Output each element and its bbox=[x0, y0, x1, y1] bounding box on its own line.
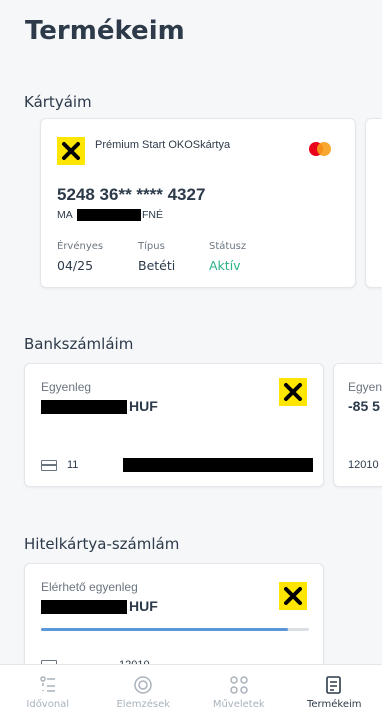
debit-card-tile-peek[interactable]: 5 bbox=[365, 118, 382, 288]
nav-item-operations[interactable]: Műveletek bbox=[191, 665, 287, 718]
type-label: Típus bbox=[138, 241, 165, 252]
status-value: Aktív bbox=[209, 258, 241, 273]
bank-logo-icon bbox=[279, 378, 307, 406]
nav-label-operations: Műveletek bbox=[212, 698, 265, 710]
mastercard-icon bbox=[307, 141, 333, 157]
balance-currency: HUF bbox=[129, 398, 158, 414]
analytics-icon bbox=[134, 675, 152, 694]
section-title-cards: Kártyáim bbox=[24, 93, 92, 111]
nav-item-analytics[interactable]: Elemzések bbox=[96, 665, 192, 718]
account-number-prefix: 11 bbox=[67, 459, 79, 471]
redaction-bar bbox=[41, 400, 127, 414]
card-holder-prefix: MA bbox=[57, 209, 73, 221]
account-card-icon bbox=[41, 460, 57, 471]
nav-item-products[interactable]: Termékeim bbox=[287, 665, 382, 718]
bank-account-tile-peek[interactable]: Egyen -85 5 12010 bbox=[333, 363, 382, 487]
bottom-navigation: Idővonal Elemzések Műveletek Termékeim bbox=[0, 664, 382, 718]
bank-logo-icon bbox=[57, 137, 85, 165]
redaction-bar bbox=[41, 600, 127, 614]
products-screen: Termékeim Kártyáim Prémium Start OKOSkár… bbox=[0, 0, 382, 718]
nav-item-timeline[interactable]: Idővonal bbox=[0, 665, 96, 718]
available-balance-label: Elérhető egyenleg bbox=[41, 580, 138, 594]
nav-label-analytics: Elemzések bbox=[116, 698, 171, 710]
debit-card-tile[interactable]: Prémium Start OKOSkártya 5248 36** **** … bbox=[40, 118, 356, 288]
valid-label: Érvényes bbox=[57, 241, 104, 252]
status-label: Státusz bbox=[209, 241, 247, 252]
type-value: Betéti bbox=[138, 258, 176, 273]
account-number-peek: 12010 bbox=[348, 459, 379, 471]
available-balance-currency: HUF bbox=[129, 598, 158, 614]
credit-usage-bar bbox=[41, 628, 309, 631]
nav-label-timeline: Idővonal bbox=[26, 698, 70, 710]
bank-account-tile[interactable]: Egyenleg HUF 11 bbox=[24, 363, 324, 487]
redaction-bar bbox=[77, 209, 141, 221]
bank-logo-icon bbox=[279, 582, 307, 610]
balance-value-peek: -85 5 bbox=[348, 398, 380, 414]
page-title: Termékeim bbox=[25, 16, 185, 46]
section-title-credit: Hitelkártya-számlám bbox=[24, 535, 180, 553]
products-icon bbox=[326, 675, 342, 694]
operations-icon bbox=[230, 675, 248, 694]
card-holder-suffix: FNÉ bbox=[142, 209, 163, 221]
card-number: 5248 36** **** 4327 bbox=[57, 185, 206, 204]
redaction-bar bbox=[123, 458, 313, 472]
credit-usage-fill bbox=[41, 628, 288, 631]
valid-value: 04/25 bbox=[57, 258, 94, 273]
balance-label-peek: Egyen bbox=[348, 380, 382, 394]
nav-label-products: Termékeim bbox=[307, 698, 362, 710]
timeline-icon bbox=[40, 675, 55, 692]
card-name: Prémium Start OKOSkártya bbox=[95, 139, 231, 151]
balance-label: Egyenleg bbox=[41, 380, 92, 394]
section-title-accounts: Bankszámláim bbox=[24, 335, 134, 353]
